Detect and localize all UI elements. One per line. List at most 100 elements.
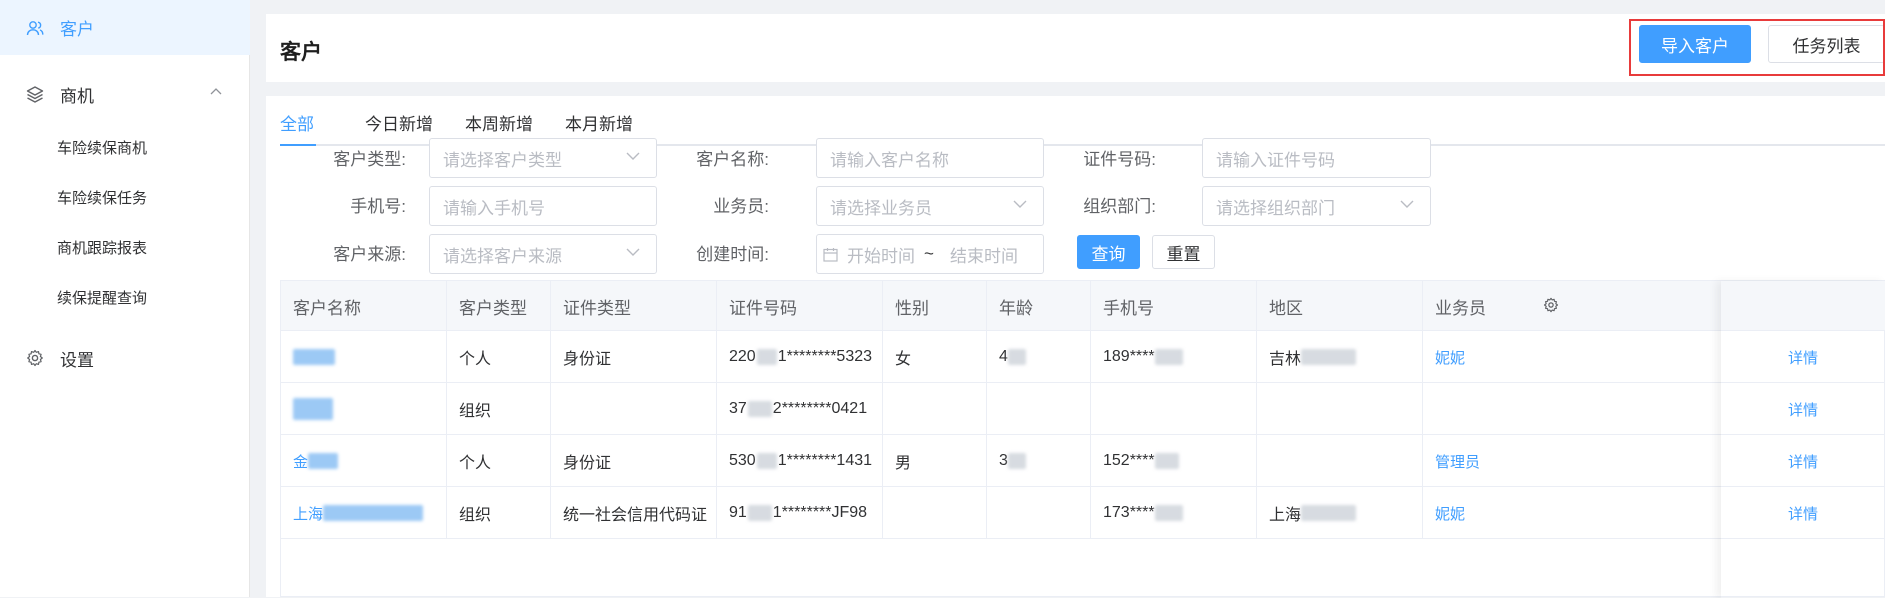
cell-id-type: 身份证 <box>551 331 717 383</box>
details-link[interactable]: 详情 <box>1776 383 1856 435</box>
cell-customer-name[interactable] <box>281 331 447 383</box>
cell-phone: 173**** <box>1091 487 1257 539</box>
col-gender: 性别 <box>883 281 987 331</box>
end-time-placeholder[interactable]: 结束时间 <box>950 242 1018 267</box>
region-prefix: 吉林 <box>1269 351 1302 368</box>
redacted-text <box>1154 349 1183 365</box>
col-salesperson: 业务员 <box>1435 298 1486 318</box>
highlight-box <box>1629 19 1885 76</box>
table-row[interactable]: 个人 身份证 220 1********5323 女 4 189**** 吉林 妮… <box>281 331 1885 383</box>
department-placeholder: 请选择组织部门 <box>1216 198 1335 218</box>
details-link[interactable]: 详情 <box>1776 331 1856 383</box>
page-title: 客户 <box>280 41 322 64</box>
customer-type-placeholder: 请选择客户类型 <box>443 150 562 170</box>
layers-icon <box>26 86 44 103</box>
cell-salesperson[interactable] <box>1423 383 1721 435</box>
phone-label: 手机号: <box>350 197 406 216</box>
details-link[interactable]: 详情 <box>1776 435 1856 487</box>
gear-icon[interactable] <box>1543 297 1559 313</box>
sidebar-item-customers[interactable]: 客户 <box>0 0 250 55</box>
cell-customer-type: 组织 <box>447 383 551 435</box>
tab-today[interactable]: 今日新增 <box>365 110 433 135</box>
col-id-number: 证件号码 <box>717 281 883 331</box>
created-time-range[interactable]: 开始时间 ~ 结束时间 <box>816 234 1044 274</box>
cell-salesperson[interactable]: 管理员 <box>1423 435 1721 487</box>
start-time-placeholder[interactable]: 开始时间 <box>847 242 915 267</box>
table-header: 客户名称 客户类型 证件类型 证件号码 性别 年龄 手机号 地区 业务员 <box>281 281 1885 331</box>
cell-region: 上海 <box>1257 487 1423 539</box>
cell-id-type <box>551 383 717 435</box>
cell-age <box>987 487 1091 539</box>
table-row[interactable]: 金 个人 身份证 530 1********1431 男 3 152**** 管理… <box>281 435 1885 487</box>
gear-icon <box>27 349 43 367</box>
sidebar-item-label: 商机 <box>60 87 94 106</box>
customer-name-input[interactable]: 请输入客户名称 <box>816 138 1044 178</box>
cell-salesperson[interactable]: 妮妮 <box>1423 487 1721 539</box>
cell-id-number: 220 1********5323 <box>717 331 883 383</box>
cell-customer-type: 组织 <box>447 487 551 539</box>
id-number-input[interactable]: 请输入证件号码 <box>1202 138 1431 178</box>
sidebar-subitem-renewal-tasks[interactable]: 车险续保任务 <box>0 172 250 222</box>
sidebar-item-settings[interactable]: 设置 <box>0 333 250 383</box>
cell-salesperson[interactable]: 妮妮 <box>1423 331 1721 383</box>
table-row[interactable]: 组织 37 2********0421 详情 <box>281 383 1885 435</box>
users-icon <box>26 21 44 36</box>
redacted-text <box>1007 453 1026 469</box>
source-placeholder: 请选择客户来源 <box>443 246 562 266</box>
cell-phone <box>1091 383 1257 435</box>
id-suffix: 1********1431 <box>777 452 873 469</box>
salesperson-select[interactable]: 请选择业务员 <box>816 186 1044 226</box>
chevron-down-icon <box>626 152 640 160</box>
cell-gender <box>883 383 987 435</box>
department-label: 组织部门: <box>1083 197 1156 216</box>
id-suffix: 2********0421 <box>772 400 868 417</box>
redacted-text <box>747 505 772 521</box>
col-phone: 手机号 <box>1091 281 1257 331</box>
id-number-label: 证件号码: <box>1083 150 1156 169</box>
source-select[interactable]: 请选择客户来源 <box>429 234 657 274</box>
col-age: 年龄 <box>987 281 1091 331</box>
reset-button[interactable]: 重置 <box>1152 235 1215 269</box>
tab-this-week[interactable]: 本周新增 <box>465 110 533 135</box>
calendar-icon <box>823 248 838 262</box>
phone-placeholder: 请输入手机号 <box>443 198 545 218</box>
cell-customer-name[interactable] <box>281 383 447 435</box>
sidebar-item-opportunities[interactable]: 商机 <box>0 67 250 122</box>
cell-age: 3 <box>987 435 1091 487</box>
id-number-placeholder: 请输入证件号码 <box>1216 150 1335 170</box>
department-select[interactable]: 请选择组织部门 <box>1202 186 1431 226</box>
sidebar: 客户 商机 车险续保商机 车险续保任务 商机跟踪报表 续保提醒查询 设置 <box>0 0 250 597</box>
col-customer-type: 客户类型 <box>447 281 551 331</box>
sidebar-subitem-renewal-opportunities[interactable]: 车险续保商机 <box>0 122 250 172</box>
sidebar-subitem-label: 车险续保任务 <box>57 189 148 207</box>
table-row[interactable]: 上海 组织 统一社会信用代码证 91 1********JF98 173**** … <box>281 487 1885 539</box>
cell-customer-name[interactable]: 上海 <box>281 487 447 539</box>
customer-name-prefix: 金 <box>293 453 309 471</box>
cell-region: 吉林 <box>1257 331 1423 383</box>
id-prefix: 37 <box>729 400 747 417</box>
cell-gender: 女 <box>883 331 987 383</box>
tab-all[interactable]: 全部 <box>280 110 314 135</box>
customer-type-select[interactable]: 请选择客户类型 <box>429 138 657 178</box>
details-link[interactable]: 详情 <box>1776 487 1856 539</box>
redacted-text <box>1301 505 1357 521</box>
col-region: 地区 <box>1257 281 1423 331</box>
source-label: 客户来源: <box>333 245 406 264</box>
cell-customer-type: 个人 <box>447 331 551 383</box>
redacted-text <box>1007 349 1026 365</box>
cell-customer-name[interactable]: 金 <box>281 435 447 487</box>
redacted-text <box>1154 453 1179 469</box>
cell-gender <box>883 487 987 539</box>
sidebar-subitem-renewal-reminder[interactable]: 续保提醒查询 <box>0 272 250 322</box>
cell-phone: 189**** <box>1091 331 1257 383</box>
sidebar-subitem-tracking-report[interactable]: 商机跟踪报表 <box>0 222 250 272</box>
redacted-text <box>756 349 777 365</box>
cell-age <box>987 383 1091 435</box>
redacted-text <box>323 505 424 521</box>
tab-this-month[interactable]: 本月新增 <box>565 110 633 135</box>
redacted-text <box>756 453 777 469</box>
customer-name-prefix: 上海 <box>293 505 324 523</box>
phone-input[interactable]: 请输入手机号 <box>429 186 657 226</box>
query-button[interactable]: 查询 <box>1077 235 1140 269</box>
range-separator: ~ <box>924 244 934 263</box>
